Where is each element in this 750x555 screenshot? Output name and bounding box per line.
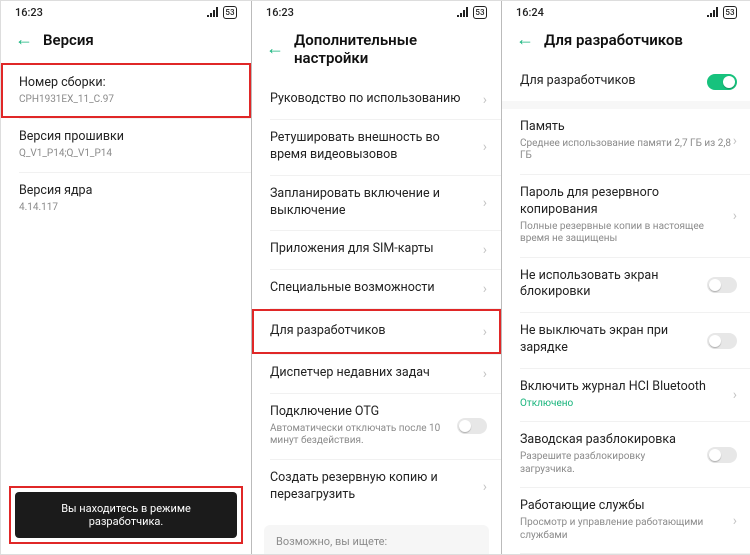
row-user-guide[interactable]: Руководство по использованию ›: [252, 81, 501, 119]
battery-icon: 53: [223, 6, 237, 19]
row-label: Версия ядра: [19, 183, 233, 200]
row-kernel-version[interactable]: Версия ядра 4.14.117: [1, 173, 251, 225]
row-value: CPH1931EX_11_C.97: [19, 94, 233, 107]
row-label: Для разработчиков: [520, 73, 733, 90]
screen-additional-settings: 16:23 53 ← Дополнительные настройки Руко…: [251, 1, 501, 554]
back-icon[interactable]: ←: [516, 31, 534, 49]
row-beautify-video[interactable]: Ретушировать внешность во время видеовыз…: [252, 120, 501, 175]
row-label: Не выключать экран при зарядке: [520, 323, 733, 357]
row-sub: Разрешите разблокировку загрузчика.: [520, 451, 733, 476]
signal-icon: [707, 7, 719, 17]
skip-lock-toggle[interactable]: [707, 277, 737, 293]
row-label: Версия прошивки: [19, 129, 233, 146]
title-bar: ← Для разработчиков: [502, 23, 750, 63]
row-label: Запланировать включение и выключение: [270, 186, 483, 220]
row-label: Работающие службы: [520, 498, 733, 515]
stay-awake-toggle[interactable]: [707, 333, 737, 349]
developer-mode-toast: Вы находитесь в режиме разработчика.: [15, 492, 237, 538]
status-time: 16:24: [516, 6, 544, 19]
row-hci-log[interactable]: Включить журнал HCI Bluetooth Отключено …: [502, 369, 750, 421]
chevron-right-icon: ›: [483, 139, 487, 155]
chevron-right-icon: ›: [483, 281, 487, 297]
row-label: Номер сборки:: [19, 75, 233, 92]
row-skip-lock[interactable]: Не использовать экран блокировки: [502, 258, 750, 313]
row-sub: Отключено: [520, 398, 733, 411]
battery-icon: 53: [473, 6, 487, 19]
row-label: Руководство по использованию: [270, 91, 483, 108]
row-label: Ретушировать внешность во время видеовыз…: [270, 130, 483, 164]
suggestion-header: Возможно, вы ищете:: [276, 535, 477, 548]
signal-icon: [457, 7, 469, 17]
status-time: 16:23: [266, 6, 294, 19]
toast-highlight: Вы находитесь в режиме разработчика.: [11, 488, 241, 542]
row-label: Не использовать экран блокировки: [520, 268, 733, 302]
dev-master-toggle[interactable]: [707, 74, 737, 90]
chevron-right-icon: ›: [483, 366, 487, 382]
row-label: Для разработчиков: [270, 323, 483, 340]
row-running-services[interactable]: Работающие службы Просмотр и управление …: [502, 488, 750, 553]
row-label: Включить журнал HCI Bluetooth: [520, 379, 733, 396]
chevron-right-icon: ›: [733, 387, 737, 403]
row-label: Подключение OTG: [270, 404, 483, 421]
row-sub: Автоматически отключать после 10 минут б…: [270, 423, 483, 448]
row-recent-tasks[interactable]: Диспетчер недавних задач ›: [252, 355, 501, 393]
signal-icon: [207, 7, 219, 17]
chevron-right-icon: ›: [733, 208, 737, 224]
row-value: Q_V1_P14;Q_V1_P14: [19, 148, 233, 161]
chevron-right-icon: ›: [483, 242, 487, 258]
chevron-right-icon: ›: [483, 479, 487, 495]
row-value: 4.14.117: [19, 202, 233, 215]
row-label: Создать резервную копию и перезагрузить: [270, 470, 483, 504]
row-schedule-power[interactable]: Запланировать включение и выключение ›: [252, 176, 501, 231]
otg-toggle[interactable]: [457, 418, 487, 434]
row-sub: Среднее использование памяти 2,7 ГБ из 2…: [520, 138, 733, 163]
chevron-right-icon: ›: [483, 195, 487, 211]
search-suggestion: Возможно, вы ищете: Язык: [264, 525, 489, 555]
status-bar: 16:23 53: [252, 1, 501, 23]
status-icons: 53: [707, 6, 737, 19]
row-label: Пароль для резервного копирования: [520, 185, 733, 219]
chevron-right-icon: ›: [733, 133, 737, 149]
row-accessibility[interactable]: Специальные возможности ›: [252, 270, 501, 308]
chevron-right-icon: ›: [483, 92, 487, 108]
chevron-right-icon: ›: [733, 513, 737, 529]
chevron-right-icon: ›: [483, 324, 487, 340]
page-title: Дополнительные настройки: [294, 31, 487, 67]
status-icons: 53: [207, 6, 237, 19]
title-bar: ← Версия: [1, 23, 251, 63]
row-build-number[interactable]: Номер сборки: CPH1931EX_11_C.97: [1, 63, 251, 118]
back-icon[interactable]: ←: [266, 40, 284, 58]
row-backup-reset[interactable]: Создать резервную копию и перезагрузить …: [252, 460, 501, 515]
row-oem-unlock[interactable]: Заводская разблокировка Разрешите разбло…: [502, 422, 750, 487]
page-title: Версия: [43, 31, 94, 49]
row-label: Заводская разблокировка: [520, 432, 733, 449]
row-sub: Полные резервные копии в настоящее время…: [520, 221, 733, 246]
status-bar: 16:23 53: [1, 1, 251, 23]
battery-icon: 53: [723, 6, 737, 19]
row-label: Приложения для SIM-карты: [270, 241, 483, 258]
status-time: 16:23: [15, 6, 43, 19]
status-icons: 53: [457, 6, 487, 19]
screen-developer-options: 16:24 53 ← Для разработчиков Для разрабо…: [501, 1, 750, 554]
row-sim-apps[interactable]: Приложения для SIM-карты ›: [252, 231, 501, 269]
row-label: Память: [520, 119, 733, 136]
row-memory[interactable]: Память Среднее использование памяти 2,7 …: [502, 109, 750, 174]
back-icon[interactable]: ←: [15, 31, 33, 49]
oem-unlock-toggle[interactable]: [707, 447, 737, 463]
row-otg[interactable]: Подключение OTG Автоматически отключать …: [252, 394, 501, 459]
row-developer-options[interactable]: Для разработчиков ›: [252, 309, 501, 354]
page-title: Для разработчиков: [544, 31, 683, 49]
title-bar: ← Дополнительные настройки: [252, 23, 501, 81]
row-label: Специальные возможности: [270, 280, 483, 297]
row-stay-awake[interactable]: Не выключать экран при зарядке: [502, 313, 750, 368]
status-bar: 16:24 53: [502, 1, 750, 23]
row-label: Диспетчер недавних задач: [270, 365, 483, 382]
screen-version: 16:23 53 ← Версия Номер сборки: CPH1931E…: [1, 1, 251, 554]
row-sub: Просмотр и управление работающими служба…: [520, 517, 733, 542]
row-firmware-version[interactable]: Версия прошивки Q_V1_P14;Q_V1_P14: [1, 119, 251, 171]
row-dev-master-toggle[interactable]: Для разработчиков: [502, 63, 750, 101]
row-backup-password[interactable]: Пароль для резервного копирования Полные…: [502, 175, 750, 257]
